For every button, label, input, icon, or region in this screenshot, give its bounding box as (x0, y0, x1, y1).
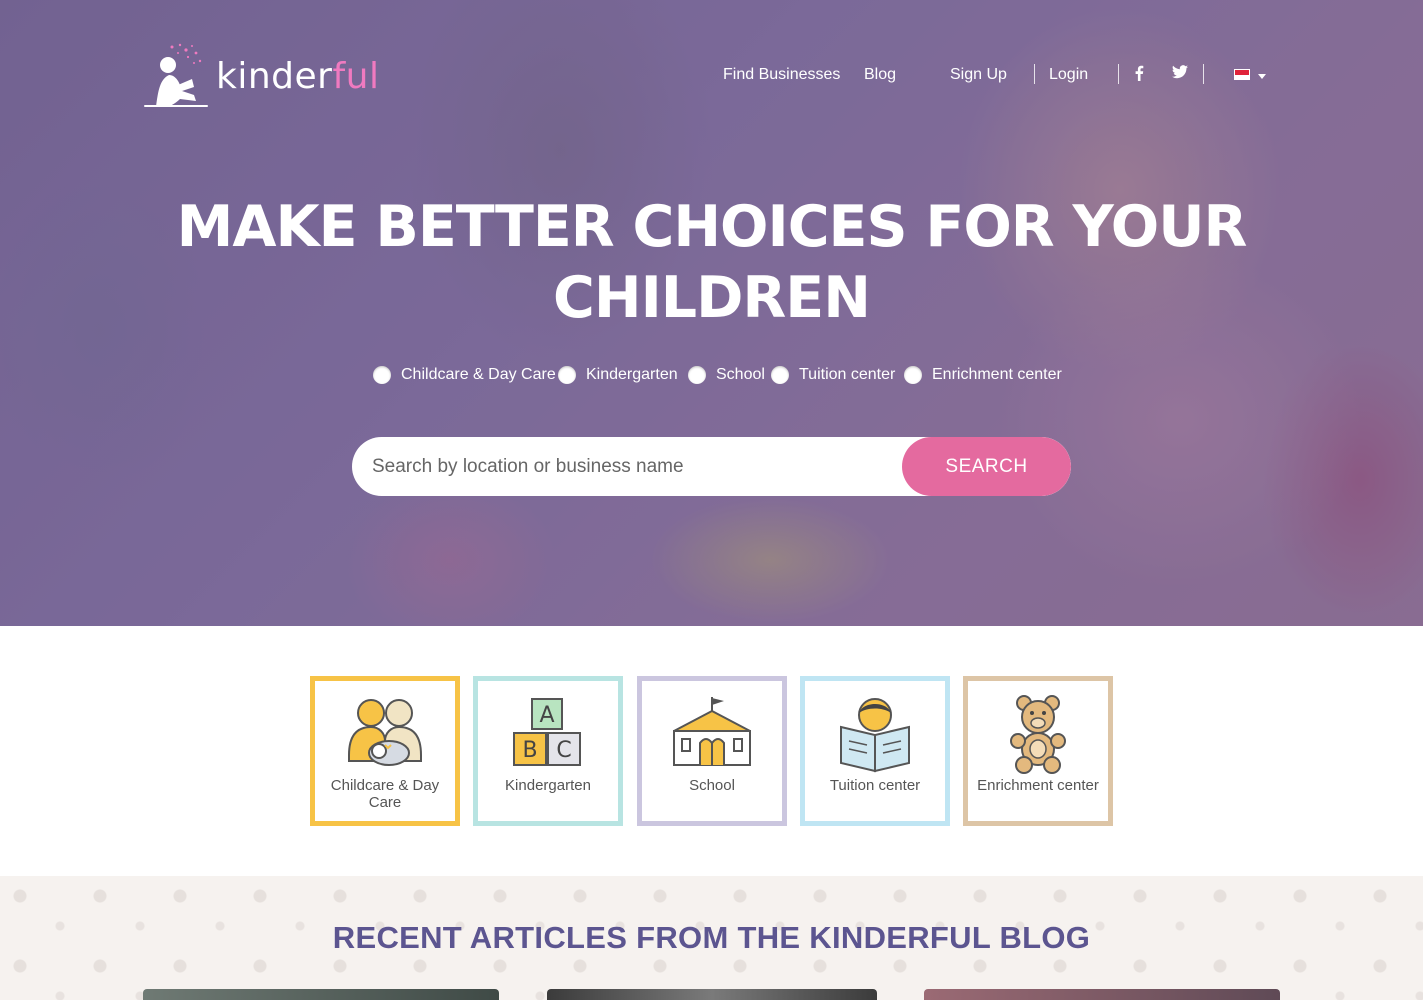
radio-button[interactable] (688, 366, 706, 384)
blog-article-card[interactable] (924, 989, 1280, 1000)
category-tile-childcare[interactable]: Childcare & Day Care (310, 676, 460, 826)
svg-text:C: C (556, 738, 571, 763)
category-tile-tuition-center[interactable]: Tuition center (800, 676, 950, 826)
radio-school[interactable]: School (688, 366, 765, 384)
nav-find-businesses[interactable]: Find Businesses (723, 66, 840, 84)
blog-section: RECENT ARTICLES FROM THE KINDERFUL BLOG (0, 876, 1423, 1000)
nav-divider (1203, 64, 1204, 84)
reading-child-icon (833, 695, 917, 775)
svg-text:B: B (522, 738, 537, 763)
facebook-icon[interactable] (1134, 65, 1144, 86)
category-label: Tuition center (829, 777, 921, 794)
nav-login[interactable]: Login (1049, 66, 1088, 84)
twitter-icon[interactable] (1172, 65, 1188, 84)
category-label: Kindergarten (505, 777, 591, 794)
hero-section: kinderful Find Businesses Blog Sign Up L… (0, 0, 1423, 626)
category-label: School (689, 777, 735, 794)
category-tiles: Childcare & Day Care A B C Kindergarten (310, 676, 1113, 826)
search-input[interactable] (352, 437, 912, 496)
abc-blocks-icon: A B C (506, 695, 590, 775)
category-label: Enrichment center (977, 777, 1099, 794)
singapore-flag-icon[interactable] (1234, 69, 1250, 80)
radio-tuition-center[interactable]: Tuition center (771, 366, 895, 384)
hero-headline: MAKE BETTER CHOICES FOR YOUR CHILDREN (176, 194, 1248, 331)
blog-section-title: RECENT ARTICLES FROM THE KINDERFUL BLOG (332, 920, 1091, 955)
chevron-down-icon[interactable] (1258, 74, 1266, 79)
radio-button[interactable] (771, 366, 789, 384)
search-bar: SEARCH (352, 437, 1071, 496)
category-label: Childcare & Day Care (330, 777, 440, 811)
radio-button[interactable] (904, 366, 922, 384)
svg-text:A: A (539, 703, 554, 728)
radio-button[interactable] (373, 366, 391, 384)
nav-divider (1034, 64, 1035, 84)
nav-divider (1118, 64, 1119, 84)
search-button[interactable]: SEARCH (902, 437, 1071, 496)
blog-article-card[interactable] (547, 989, 877, 1000)
radio-childcare[interactable]: Childcare & Day Care (373, 366, 556, 384)
category-tile-kindergarten[interactable]: A B C Kindergarten (473, 676, 623, 826)
radio-button[interactable] (558, 366, 576, 384)
top-navigation: Find Businesses Blog Sign Up Login (0, 64, 1423, 88)
nav-blog[interactable]: Blog (864, 66, 896, 84)
family-icon (343, 695, 427, 775)
category-filter-radios: Childcare & Day Care Kindergarten School… (0, 366, 1423, 390)
radio-kindergarten[interactable]: Kindergarten (558, 366, 678, 384)
category-tile-enrichment-center[interactable]: Enrichment center (963, 676, 1113, 826)
school-building-icon (670, 695, 754, 775)
nav-sign-up[interactable]: Sign Up (950, 66, 1007, 84)
blog-article-card[interactable] (143, 989, 499, 1000)
teddy-bear-icon (996, 695, 1080, 775)
category-tile-school[interactable]: School (637, 676, 787, 826)
radio-enrichment-center[interactable]: Enrichment center (904, 366, 1062, 384)
